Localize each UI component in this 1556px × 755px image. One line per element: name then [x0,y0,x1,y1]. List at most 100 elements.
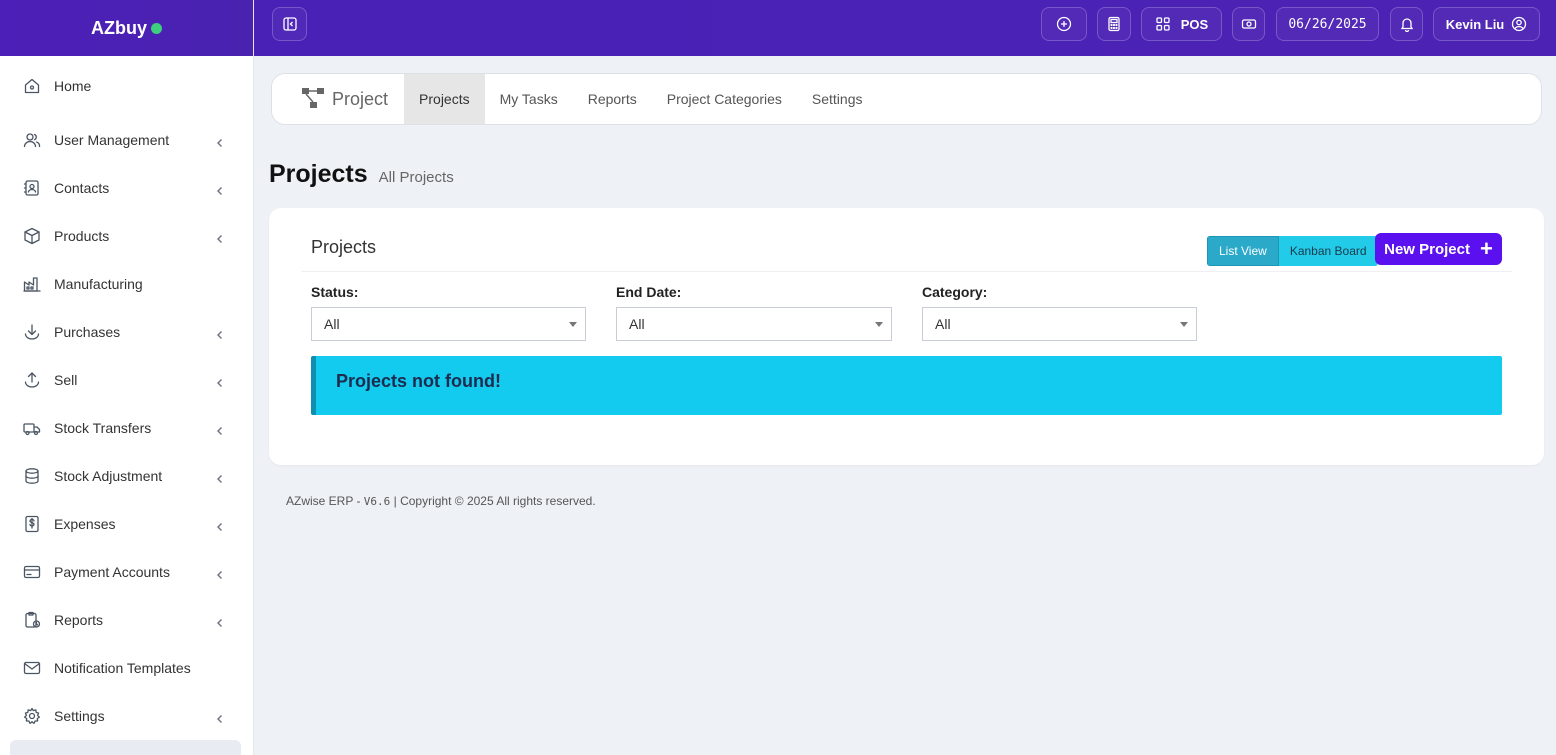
topbar: POS 06/26/2025 Kevin Liu [254,0,1556,56]
cash-register-button[interactable] [1232,7,1265,41]
sidebar-item-label: Purchases [54,324,121,340]
users-icon [23,131,41,149]
sidebar-item-notification-templates[interactable]: Notification Templates [0,644,253,692]
sidebar-item-label: Payment Accounts [54,564,170,580]
truck-icon [23,419,41,437]
module-brand[interactable]: Project [272,74,404,124]
chevron-left-icon [215,567,225,579]
chevron-left-icon [215,711,225,723]
sidebar-item-expenses[interactable]: Expenses [0,500,253,548]
footer-version: V6.6 [363,495,391,508]
sidebar-item-label: Notification Templates [54,660,191,676]
date-display[interactable]: 06/26/2025 [1276,7,1379,41]
category-filter: Category: All [922,284,1197,341]
upload-icon [23,371,41,389]
sidebar-item-manufacturing[interactable]: Manufacturing [0,260,253,308]
status-dot-icon [151,22,162,34]
pos-button[interactable]: POS [1141,7,1222,41]
tab-my-tasks[interactable]: My Tasks [485,74,573,124]
chevron-left-icon [215,375,225,387]
module-brand-label: Project [332,88,389,109]
sidebar-item-label: Settings [54,708,105,724]
sidebar-item-user-management[interactable]: User Management [0,116,253,164]
status-filter: Status: All [311,284,586,341]
tab-project-categories[interactable]: Project Categories [652,74,797,124]
clipboard-clock-icon [23,611,41,629]
status-select[interactable]: All [311,307,586,341]
chevron-left-icon [215,327,225,339]
calculator-button[interactable] [1097,7,1131,41]
download-icon [23,323,41,341]
module-tabs: Project Projects My Tasks Reports Project C… [271,73,1542,125]
list-view-button[interactable]: List View [1207,236,1279,266]
plus-circle-icon [1056,16,1072,32]
sidebar-item-label: Stock Transfers [54,420,152,436]
sidebar-item-label: Reports [54,612,104,628]
pos-label: POS [1180,16,1209,32]
new-project-button[interactable]: New Project + [1375,233,1502,265]
dollar-file-icon [23,515,41,533]
tab-reports[interactable]: Reports [573,74,652,124]
end-date-filter-label: End Date: [616,284,682,300]
sidebar-item-label: Stock Adjustment [54,468,163,484]
gear-icon [23,707,41,725]
card-title: Projects [311,237,377,257]
factory-icon [23,275,41,293]
sidebar-item-settings[interactable]: Settings [0,692,253,740]
sidebar-item-label: Expenses [54,516,116,532]
status-select-value: All [324,316,340,332]
sidebar-item-label: Sell [54,372,78,388]
projects-card: Projects List View Kanban Board New Proj… [269,208,1544,465]
sidebar-item-stock-transfers[interactable]: Stock Transfers [0,404,253,452]
divider [301,271,1512,272]
sidebar-item-label: Manufacturing [54,276,143,292]
tab-projects[interactable]: Projects [404,74,485,124]
page-title: Projects [269,160,368,188]
home-icon [23,77,41,95]
sidebar-item-purchases[interactable]: Purchases [0,308,253,356]
sidebar-item-stock-adjustment[interactable]: Stock Adjustment [0,452,253,500]
footer-app: AZwise ERP - [286,494,364,508]
bell-icon [1400,18,1413,32]
tab-settings[interactable]: Settings [797,74,878,124]
sidebar-item-reports[interactable]: Reports [0,596,253,644]
sidebar-item-label: User Management [54,132,170,148]
end-date-filter: End Date: All [616,284,892,341]
brand-name: AZbuy [91,17,147,38]
new-project-label: New Project [1384,240,1470,258]
view-toggle: List View Kanban Board [1207,236,1378,266]
chevron-left-icon [215,519,225,531]
sidebar-item-contacts[interactable]: Contacts [0,164,253,212]
caret-down-icon [569,322,577,327]
end-date-select-value: All [629,316,645,332]
page-subtitle: All Projects [378,169,454,186]
caret-down-icon [1180,322,1188,327]
caret-down-icon [875,322,883,327]
toggle-sidebar-button[interactable] [272,7,307,41]
grid-icon [1156,17,1170,31]
sidebar-item-products[interactable]: Products [0,212,253,260]
calculator-icon [1108,16,1120,32]
category-filter-label: Category: [922,284,988,300]
alert-message: Projects not found! [336,371,501,391]
brand[interactable]: AZbuy [0,0,253,56]
sidebar-item-payment-accounts[interactable]: Payment Accounts [0,548,253,596]
chevron-left-icon [215,423,225,435]
sidebar-toggle-icon [282,17,297,31]
category-select[interactable]: All [922,307,1197,341]
sidebar-item-home[interactable]: Home [0,56,253,116]
add-button[interactable] [1041,7,1087,41]
footer: AZwise ERP - V6.6 | Copyright © 2025 All… [286,494,596,508]
tab-list: Projects My Tasks Reports Project Categorie… [404,74,877,124]
sidebar-item-partial[interactable] [10,740,241,755]
chevron-left-icon [215,183,225,195]
end-date-select[interactable]: All [616,307,892,341]
plus-icon: + [1480,236,1493,261]
credit-card-icon [23,563,41,581]
sidebar-item-sell[interactable]: Sell [0,356,253,404]
empty-state-alert: Projects not found! [311,356,1502,415]
kanban-board-button[interactable]: Kanban Board [1278,236,1378,266]
user-menu-button[interactable]: Kevin Liu [1433,7,1540,41]
user-name: Kevin Liu [1445,16,1505,32]
notifications-button[interactable] [1390,7,1423,41]
